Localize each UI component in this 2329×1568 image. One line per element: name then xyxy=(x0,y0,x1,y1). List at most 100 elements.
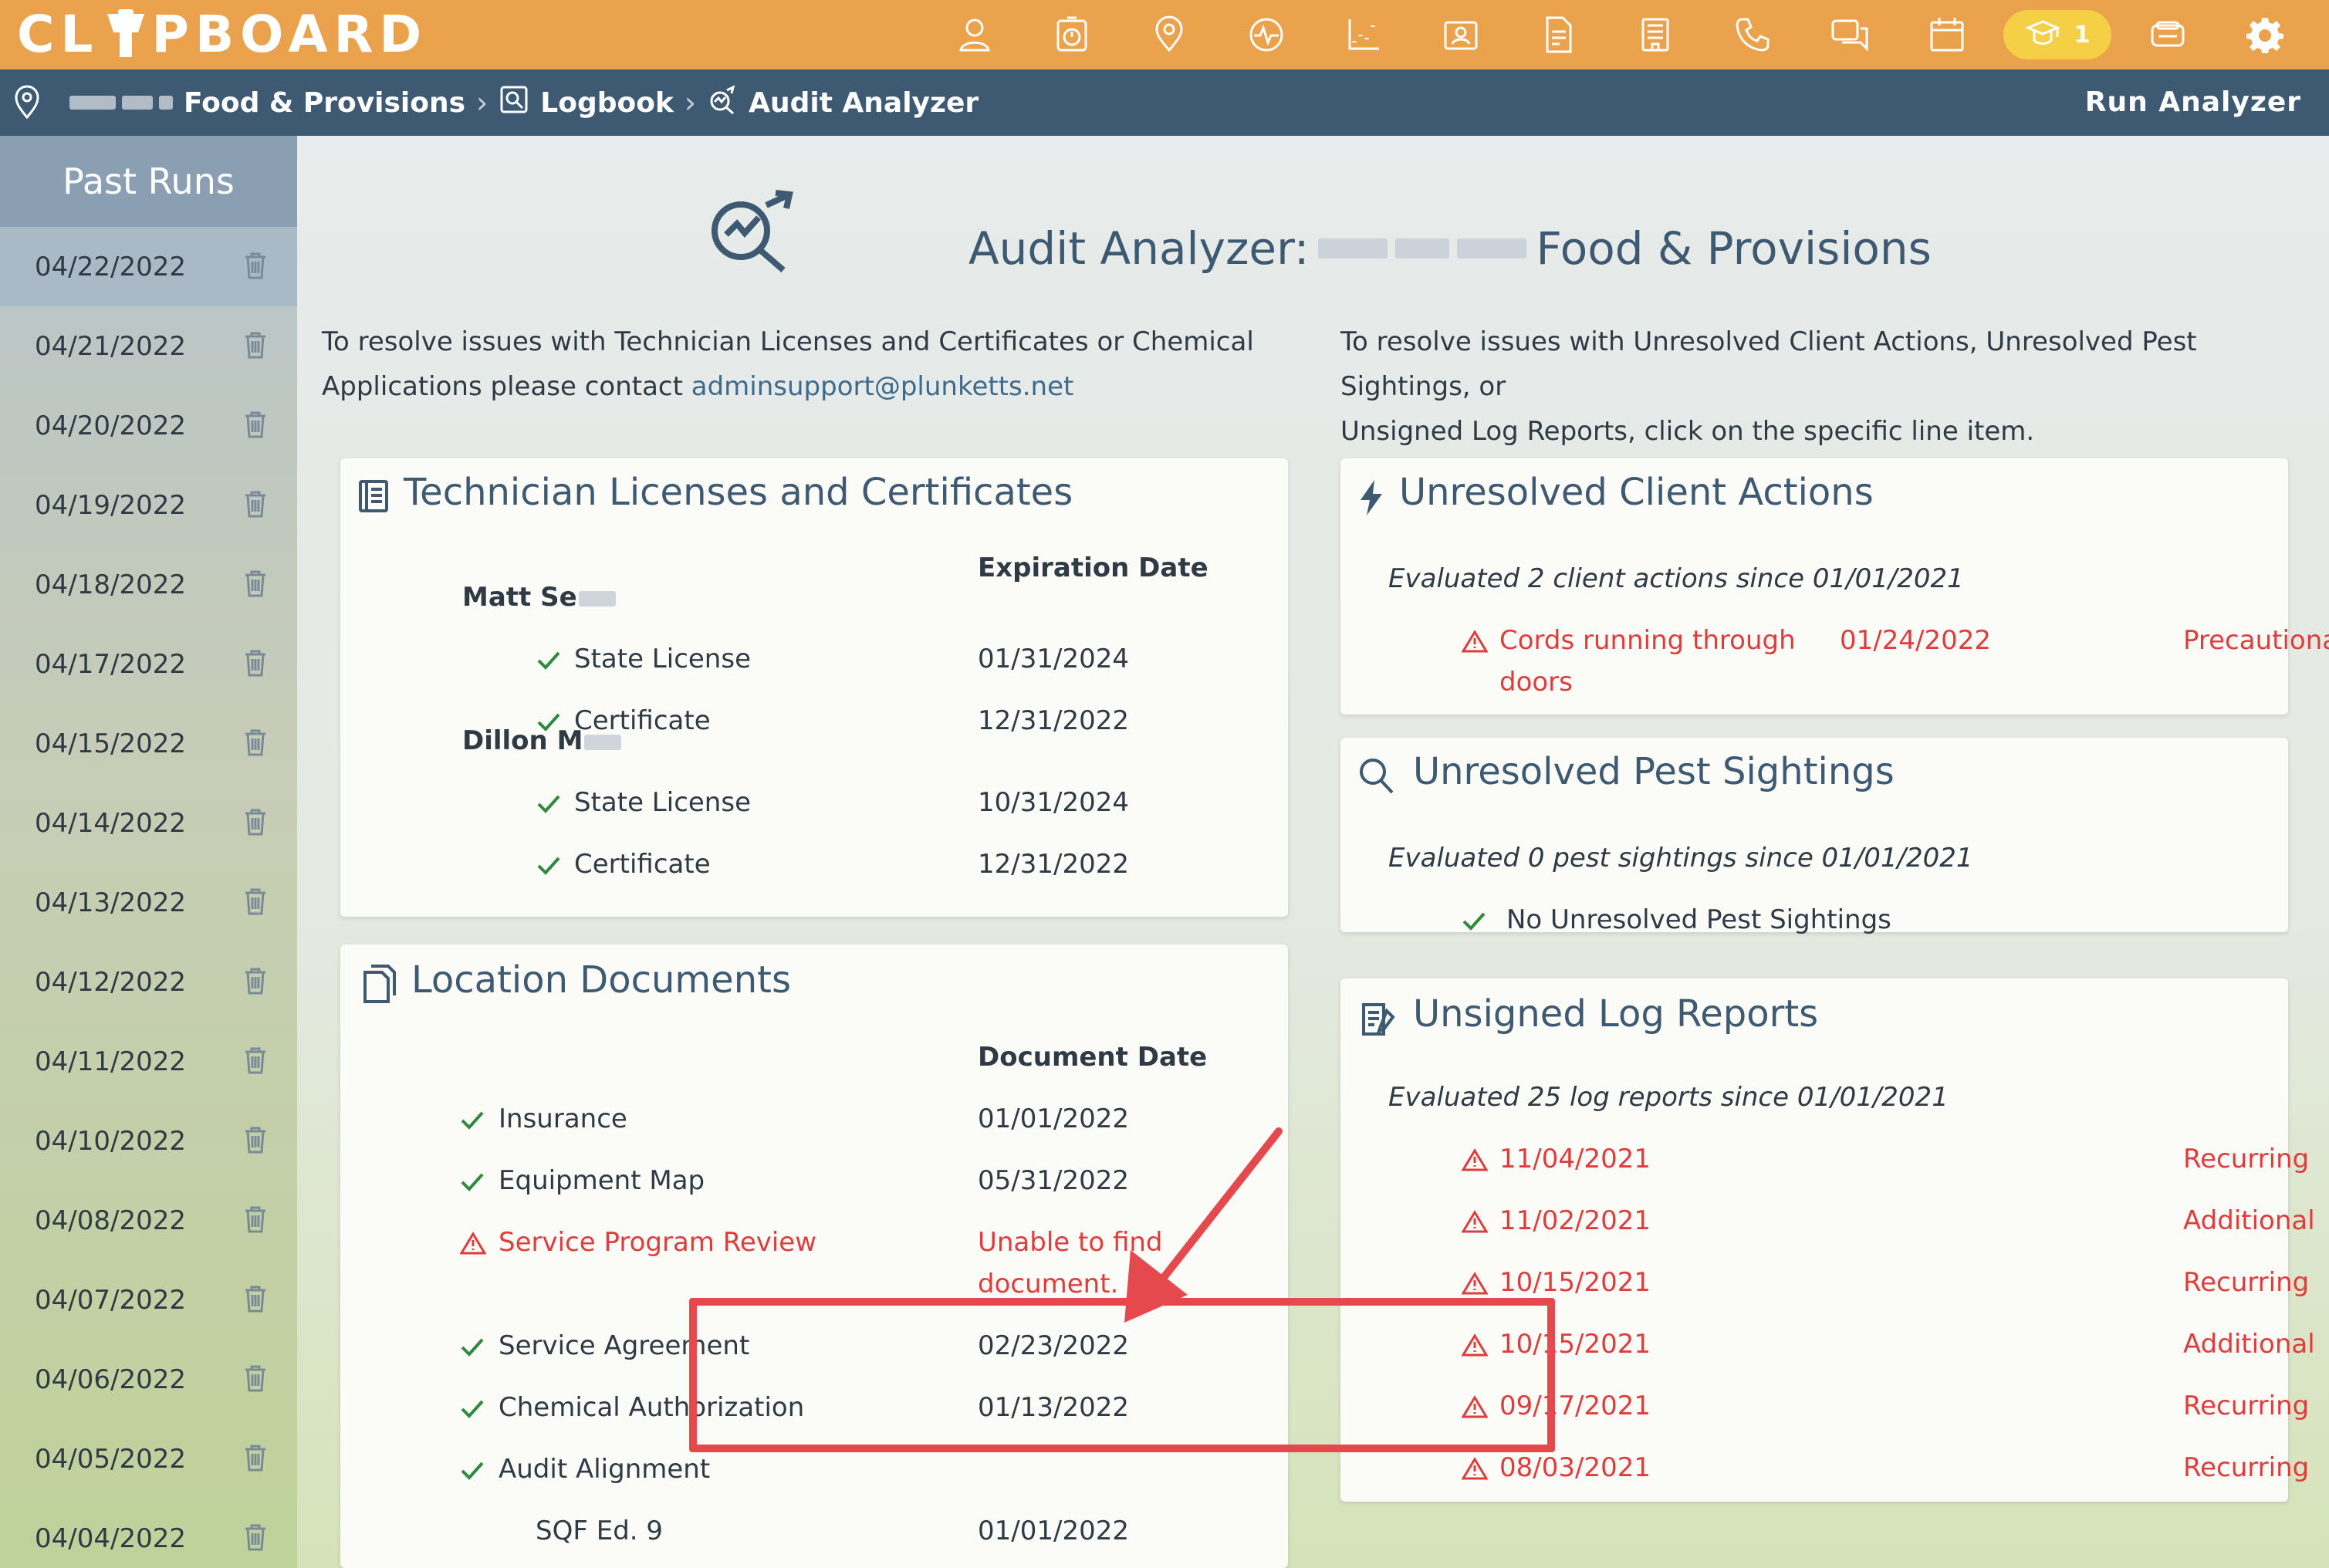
clipboard-icon xyxy=(104,9,147,60)
contacts-icon[interactable] xyxy=(1412,0,1509,69)
user-icon[interactable] xyxy=(926,0,1023,69)
trash-icon[interactable] xyxy=(244,887,267,915)
check-icon xyxy=(460,1337,485,1358)
trash-icon[interactable] xyxy=(244,1523,267,1551)
past-run-date: 04/15/2022 xyxy=(35,728,186,759)
past-run-date: 04/05/2022 xyxy=(35,1443,186,1475)
chart-icon[interactable] xyxy=(1315,0,1412,69)
clipboard-logo[interactable]: CL PBOARD xyxy=(17,6,428,63)
trash-icon[interactable] xyxy=(244,1364,267,1392)
client-action-name: Cords running through xyxy=(1499,625,1796,656)
warning-icon xyxy=(1461,1210,1489,1233)
building-icon[interactable] xyxy=(1607,0,1704,69)
audit-analyzer-icon xyxy=(712,190,793,273)
past-run-item[interactable]: 04/08/2022 xyxy=(0,1181,297,1260)
log-report-type: Recurring xyxy=(2183,1391,2310,1421)
license-label: State License xyxy=(574,644,751,674)
trash-icon[interactable] xyxy=(244,1444,267,1472)
right-help-text: To resolve issues with Unresolved Client… xyxy=(1340,319,2329,454)
past-run-item[interactable]: 04/17/2022 xyxy=(0,624,297,704)
past-run-item[interactable]: 04/11/2022 xyxy=(0,1022,297,1101)
client-action-date: 01/24/2022 xyxy=(1840,625,1991,656)
past-run-date: 04/22/2022 xyxy=(35,251,186,282)
past-run-item[interactable]: 04/21/2022 xyxy=(0,306,297,386)
breadcrumb-current: Audit Analyzer xyxy=(749,86,979,119)
lightning-icon xyxy=(1361,480,1382,515)
warning-icon xyxy=(1462,630,1488,653)
trash-icon[interactable] xyxy=(244,649,267,677)
admin-support-email-link[interactable]: adminsupport@plunketts.net xyxy=(691,371,1074,402)
sidebar-title: Past Runs xyxy=(0,136,297,227)
past-run-date: 04/17/2022 xyxy=(35,648,186,680)
past-run-date: 04/12/2022 xyxy=(35,966,186,998)
training-notification-button[interactable]: 1 xyxy=(2003,10,2111,59)
warning-icon xyxy=(459,1232,487,1255)
check-icon xyxy=(460,1460,485,1482)
location-icon[interactable] xyxy=(1121,0,1218,69)
document-label: Equipment Map xyxy=(499,1165,705,1196)
trash-icon[interactable] xyxy=(244,967,267,995)
breadcrumb-logbook[interactable]: Logbook xyxy=(540,87,674,119)
page-title-location: Food & Provisions xyxy=(1536,222,1932,275)
past-run-item[interactable]: 04/04/2022 xyxy=(0,1499,297,1568)
log-reports-title: Unsigned Log Reports xyxy=(1413,992,1819,1036)
log-report-date: 08/03/2021 xyxy=(1499,1452,1651,1483)
trash-icon[interactable] xyxy=(244,728,267,756)
past-run-date: 04/11/2022 xyxy=(35,1046,186,1077)
document-label: Insurance xyxy=(499,1103,627,1134)
main-content: Audit Analyzer: Food & Provisions To res… xyxy=(297,136,2329,1568)
expiration-date-header: Expiration Date xyxy=(978,553,1208,583)
trash-icon[interactable] xyxy=(244,1046,267,1074)
past-run-item[interactable]: 04/12/2022 xyxy=(0,942,297,1022)
phone-icon[interactable] xyxy=(1704,0,1801,69)
chat-icon[interactable] xyxy=(1801,0,1898,69)
right-help-line-2: Unsigned Log Reports, click on the speci… xyxy=(1340,416,2035,447)
past-run-item[interactable]: 04/06/2022 xyxy=(0,1340,297,1419)
license-expiration-date: 01/31/2024 xyxy=(978,644,1129,674)
location-documents-title: Location Documents xyxy=(411,958,791,1002)
redacted-text xyxy=(584,734,622,750)
chevron-right-icon: › xyxy=(684,86,697,120)
annotation-highlight-box xyxy=(689,1298,1555,1452)
activity-icon[interactable] xyxy=(1218,0,1315,69)
past-run-item[interactable]: 04/13/2022 xyxy=(0,863,297,942)
log-report-type: Recurring xyxy=(2183,1267,2310,1298)
past-run-item[interactable]: 04/18/2022 xyxy=(0,545,297,624)
trash-icon[interactable] xyxy=(244,490,267,518)
client-actions-summary: Evaluated 2 client actions since 01/01/2… xyxy=(1388,563,1964,594)
log-report-type: Additional xyxy=(2183,1205,2315,1236)
past-run-item[interactable]: 04/20/2022 xyxy=(0,386,297,465)
logbook-icon xyxy=(499,84,529,122)
past-run-item[interactable]: 04/05/2022 xyxy=(0,1419,297,1499)
past-run-date: 04/18/2022 xyxy=(35,569,186,600)
check-icon xyxy=(536,793,561,815)
gear-icon[interactable] xyxy=(2216,0,2314,69)
trash-icon[interactable] xyxy=(244,1126,267,1154)
trash-icon[interactable] xyxy=(244,1205,267,1233)
past-run-item[interactable]: 04/10/2022 xyxy=(0,1101,297,1181)
timer-icon[interactable] xyxy=(1023,0,1121,69)
trash-icon[interactable] xyxy=(244,569,267,597)
past-run-item[interactable]: 04/14/2022 xyxy=(0,783,297,863)
past-run-date: 04/19/2022 xyxy=(35,489,186,521)
past-run-item[interactable]: 04/07/2022 xyxy=(0,1260,297,1340)
training-icon xyxy=(2024,20,2060,45)
technician-name-text: Dillon M xyxy=(462,725,583,756)
past-run-item[interactable]: 04/19/2022 xyxy=(0,465,297,545)
trash-icon[interactable] xyxy=(244,411,267,438)
past-run-item[interactable]: 04/22/2022 xyxy=(0,227,297,306)
trash-icon[interactable] xyxy=(244,1285,267,1313)
past-run-item[interactable]: 04/15/2022 xyxy=(0,704,297,783)
location-pin-icon[interactable] xyxy=(14,85,40,119)
trash-icon[interactable] xyxy=(244,252,267,279)
page-title-prefix: Audit Analyzer: xyxy=(968,222,1310,275)
trash-icon[interactable] xyxy=(244,808,267,836)
check-icon xyxy=(460,1110,485,1131)
document-icon[interactable] xyxy=(1509,0,1607,69)
calendar-icon[interactable] xyxy=(1898,0,1996,69)
trash-icon[interactable] xyxy=(244,331,267,359)
breadcrumb-location[interactable]: Food & Provisions xyxy=(184,87,465,119)
badge-icon[interactable] xyxy=(2119,0,2216,69)
run-analyzer-button[interactable]: Run Analyzer xyxy=(2085,69,2301,136)
redacted-text xyxy=(578,590,616,607)
